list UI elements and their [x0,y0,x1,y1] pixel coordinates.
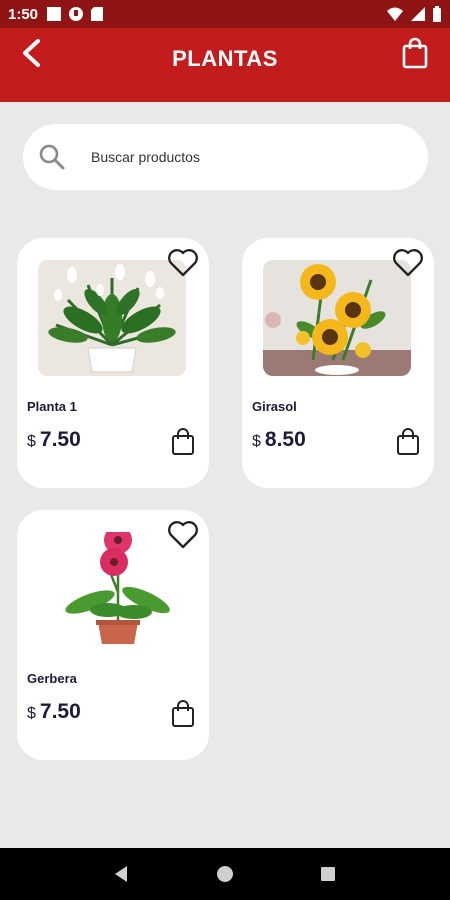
sd-card-icon [91,7,104,21]
heart-icon[interactable] [167,520,199,550]
page-title: PLANTAS [172,46,278,71]
circle-notification-icon [69,7,84,21]
search-icon [37,142,67,172]
cart-button[interactable] [400,35,430,71]
price-amount: 7.50 [39,700,81,723]
bag-icon[interactable] [171,700,195,728]
product-image [38,260,186,376]
square-notification-icon [47,7,62,21]
product-card[interactable]: Gerbera $ 7.50 [17,510,209,760]
currency-symbol: $ [252,433,261,450]
status-time: 1:50 [8,5,39,23]
product-image [38,532,186,648]
nav-home-icon[interactable] [215,864,235,884]
price-amount: 7.50 [39,428,81,451]
product-name: Gerbera [27,671,77,686]
bag-icon[interactable] [171,428,195,456]
shopping-bag-icon [402,37,428,69]
product-name: Girasol [252,399,297,414]
nav-recents-icon[interactable] [318,864,338,884]
product-price: $ 7.50 [27,700,81,724]
product-card[interactable]: Planta 1 $ 7.50 [17,238,209,488]
product-card[interactable]: Girasol $ 8.50 [242,238,434,488]
bag-icon[interactable] [396,428,420,456]
system-nav-bar [0,848,450,900]
product-name: Planta 1 [27,399,77,414]
heart-icon[interactable] [392,248,424,278]
nav-back-icon[interactable] [112,864,132,884]
currency-symbol: $ [27,433,36,450]
signal-icon [411,7,425,21]
notification-icons [46,6,104,22]
wifi-icon [387,7,403,21]
status-bar: 1:50 [0,0,450,28]
product-price: $ 8.50 [252,428,306,452]
product-image [263,260,411,376]
system-status-icons [386,6,442,22]
product-price: $ 7.50 [27,428,81,452]
battery-icon [433,6,441,22]
back-arrow-icon [23,39,40,67]
search-bar[interactable]: Buscar productos [23,124,428,190]
heart-icon[interactable] [167,248,199,278]
currency-symbol: $ [27,705,36,722]
search-input[interactable]: Buscar productos [91,149,200,165]
back-button[interactable] [16,36,46,70]
app-bar: PLANTAS [0,28,450,102]
price-amount: 8.50 [264,428,306,451]
